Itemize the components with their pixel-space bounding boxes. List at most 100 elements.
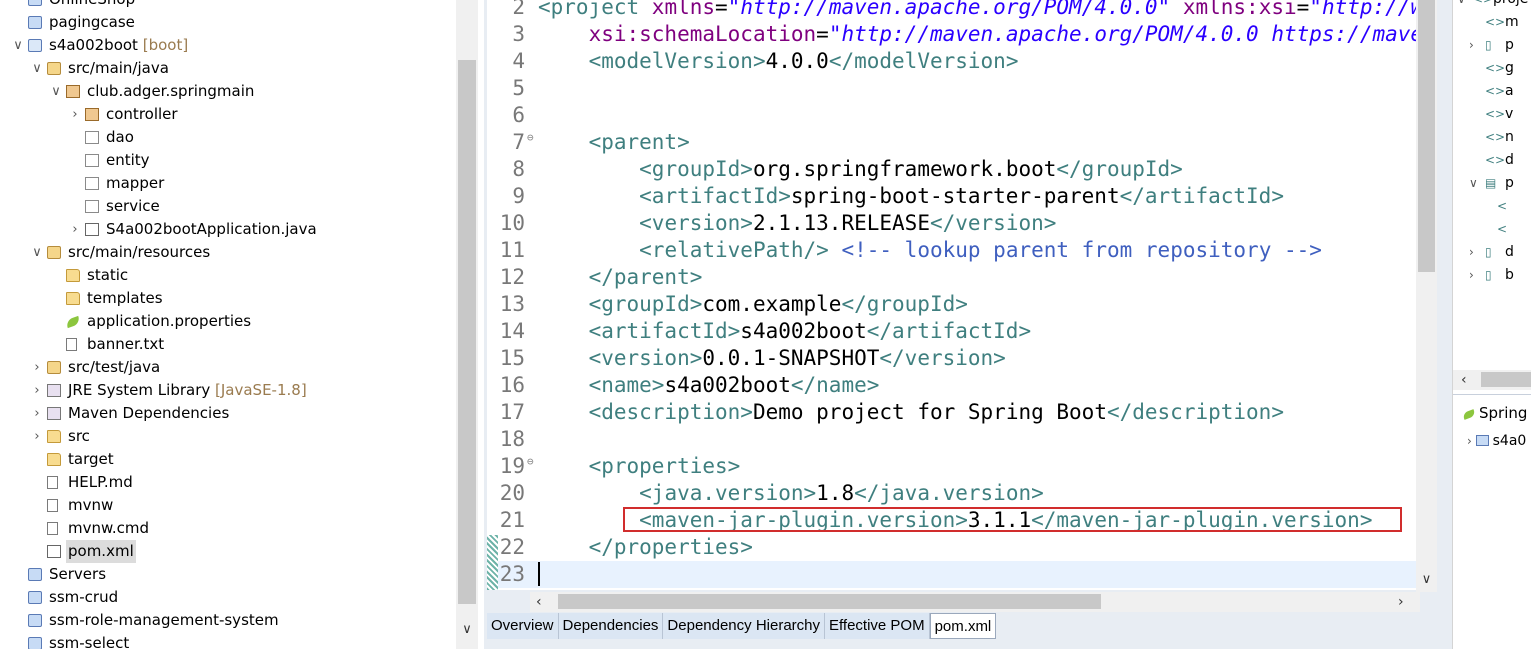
explorer-vertical-scrollbar[interactable]: ∨ [456,0,478,649]
tree-item[interactable]: › S4a002bootApplication.java [0,218,455,241]
chevron-right-icon[interactable]: › [69,218,81,241]
tree-item[interactable]: mvnw.cmd [0,517,455,540]
code-line[interactable]: 3 xsi:schemaLocation="http://maven.apach… [487,21,1437,48]
tree-item[interactable]: HELP.md [0,471,455,494]
tab-effective-pom[interactable]: Effective POM [825,613,930,639]
chevron-right-icon[interactable]: › [69,103,81,126]
scroll-down-arrow-icon[interactable]: ∨ [1416,572,1437,590]
tab-pom-xml[interactable]: pom.xml [929,613,997,639]
outline-item[interactable]: › ▯ d [1453,241,1531,264]
tree-item[interactable]: › src/test/java [0,356,455,379]
tree-item[interactable]: dao [0,126,455,149]
chevron-right-icon[interactable]: › [31,425,43,448]
tree-item[interactable]: static [0,264,455,287]
scroll-left-arrow-icon[interactable]: ‹ [536,592,542,612]
code-line[interactable]: 7 ⊖ <parent> [487,129,1437,156]
code-line[interactable]: 14 <artifactId>s4a002boot</artifactId> [487,318,1437,345]
tree-item[interactable]: application.properties [0,310,455,333]
outline-item[interactable]: <> n [1453,126,1531,149]
chevron-down-icon[interactable]: ∨ [1457,0,1466,11]
code-line[interactable]: 11 <relativePath/> <!-- lookup parent fr… [487,237,1437,264]
code-line[interactable]: 5 [487,75,1437,102]
chevron-right-icon[interactable]: › [1469,264,1474,287]
scroll-down-arrow-icon[interactable]: ∨ [456,620,478,640]
outline-item[interactable]: <> g [1453,57,1531,80]
chevron-right-icon[interactable]: › [1469,34,1474,57]
code-line[interactable]: 10 <version>2.1.13.RELEASE</version> [487,210,1437,237]
tree-item[interactable]: Servers [0,563,455,586]
tree-item[interactable]: ssm-select [0,632,455,649]
tree-item[interactable]: pagingcase [0,11,455,34]
code-line[interactable]: 16 <name>s4a002boot</name> [487,372,1437,399]
chevron-down-icon[interactable]: ∨ [12,34,24,57]
tree-item[interactable]: entity [0,149,455,172]
code-line[interactable]: 13 <groupId>com.example</groupId> [487,291,1437,318]
chevron-down-icon[interactable]: ∨ [50,80,62,103]
outline-item[interactable]: < [1453,195,1531,218]
scroll-left-arrow-icon[interactable]: ‹ [1461,370,1467,390]
tab-dependency-hierarchy[interactable]: Dependency Hierarchy [663,613,825,639]
chevron-right-icon[interactable]: › [1469,241,1474,264]
tab-overview[interactable]: Overview [487,613,559,639]
tree-item[interactable]: › controller [0,103,455,126]
tree-item[interactable]: mapper [0,172,455,195]
outline-item[interactable]: <> a [1453,80,1531,103]
code-line[interactable]: 8 <groupId>org.springframework.boot</gro… [487,156,1437,183]
tab-dependencies[interactable]: Dependencies [558,613,664,639]
tree-item[interactable]: target [0,448,455,471]
outline-item[interactable]: ∨ ▤ p [1453,172,1531,195]
spring-project-row[interactable]: › s4a0 [1467,431,1526,451]
explorer-scroll-thumb[interactable] [458,60,476,604]
tree-item[interactable]: ∨ src/main/resources [0,241,455,264]
chevron-right-icon[interactable]: › [31,356,43,379]
tree-item[interactable]: banner.txt [0,333,455,356]
code-line[interactable]: 9 <artifactId>spring-boot-starter-parent… [487,183,1437,210]
pom-xml-editor[interactable]: 23 22 </properties> 21 <maven-jar-plugin.v… [487,0,1437,590]
outline-item[interactable]: <> d [1453,149,1531,172]
outline-item[interactable]: › ▯ p [1453,34,1531,57]
chevron-right-icon[interactable]: › [31,379,43,402]
spring-view-tab[interactable]: Spring [1453,401,1527,425]
code-line[interactable]: 6 [487,102,1437,129]
outline-item[interactable]: <> v [1453,103,1531,126]
outline-item[interactable]: < [1453,218,1531,241]
code-line[interactable]: 21 <maven-jar-plugin.version>3.1.1</mave… [487,507,1437,534]
code-line[interactable]: 12 </parent> [487,264,1437,291]
editor-scroll-thumb[interactable] [1418,0,1435,272]
code-line[interactable]: 4 <modelVersion>4.0.0</modelVersion> [487,48,1437,75]
editor-horizontal-scrollbar[interactable]: ‹ › [530,592,1420,612]
scroll-right-arrow-icon[interactable]: › [1398,592,1404,612]
editor-vertical-scrollbar[interactable]: ∨ [1416,0,1437,592]
code-line[interactable]: 18 [487,426,1437,453]
code-line[interactable]: 19 ⊖ <properties> [487,453,1437,480]
chevron-down-icon[interactable]: ∨ [31,57,43,80]
editor-hscroll-thumb[interactable] [558,594,1101,609]
outline-item[interactable]: <> m [1453,11,1531,34]
code-line[interactable]: 17 <description>Demo project for Spring … [487,399,1437,426]
tree-item[interactable]: templates [0,287,455,310]
fold-toggle-icon[interactable]: ⊖ [527,129,534,147]
code-line[interactable]: 22 </properties> [487,534,1437,561]
tree-item[interactable]: › Maven Dependencies [0,402,455,425]
outline-hscroll-thumb[interactable] [1481,372,1531,387]
chevron-down-icon[interactable]: ∨ [1469,172,1478,195]
tree-item[interactable]: ssm-role-management-system [0,609,455,632]
chevron-right-icon[interactable]: › [31,402,43,425]
tree-item[interactable]: OnlineShop [0,0,455,11]
tree-item[interactable]: ∨ src/main/java [0,57,455,80]
code-line[interactable]: 15 <version>0.0.1-SNAPSHOT</version> [487,345,1437,372]
tree-item[interactable]: ∨ s4a002boot [boot] [0,34,455,57]
tree-item[interactable]: › JRE System Library [JavaSE-1.8] [0,379,455,402]
chevron-right-icon[interactable]: › [1467,434,1476,448]
fold-toggle-icon[interactable]: ⊖ [527,453,534,471]
tree-item[interactable]: › src [0,425,455,448]
code-line[interactable]: 20 <java.version>1.8</java.version> [487,480,1437,507]
outline-item[interactable]: ∨ <>proje [1453,0,1531,11]
code-line[interactable]: 2 <project xmlns="http://maven.apache.org… [487,0,1437,21]
tree-item[interactable]: mvnw [0,494,455,517]
tree-item[interactable]: pom.xml [0,540,455,563]
tree-item[interactable]: service [0,195,455,218]
outline-item[interactable]: › ▯ b [1453,264,1531,287]
outline-horizontal-scrollbar[interactable]: ‹ [1453,370,1531,390]
chevron-down-icon[interactable]: ∨ [31,241,43,264]
